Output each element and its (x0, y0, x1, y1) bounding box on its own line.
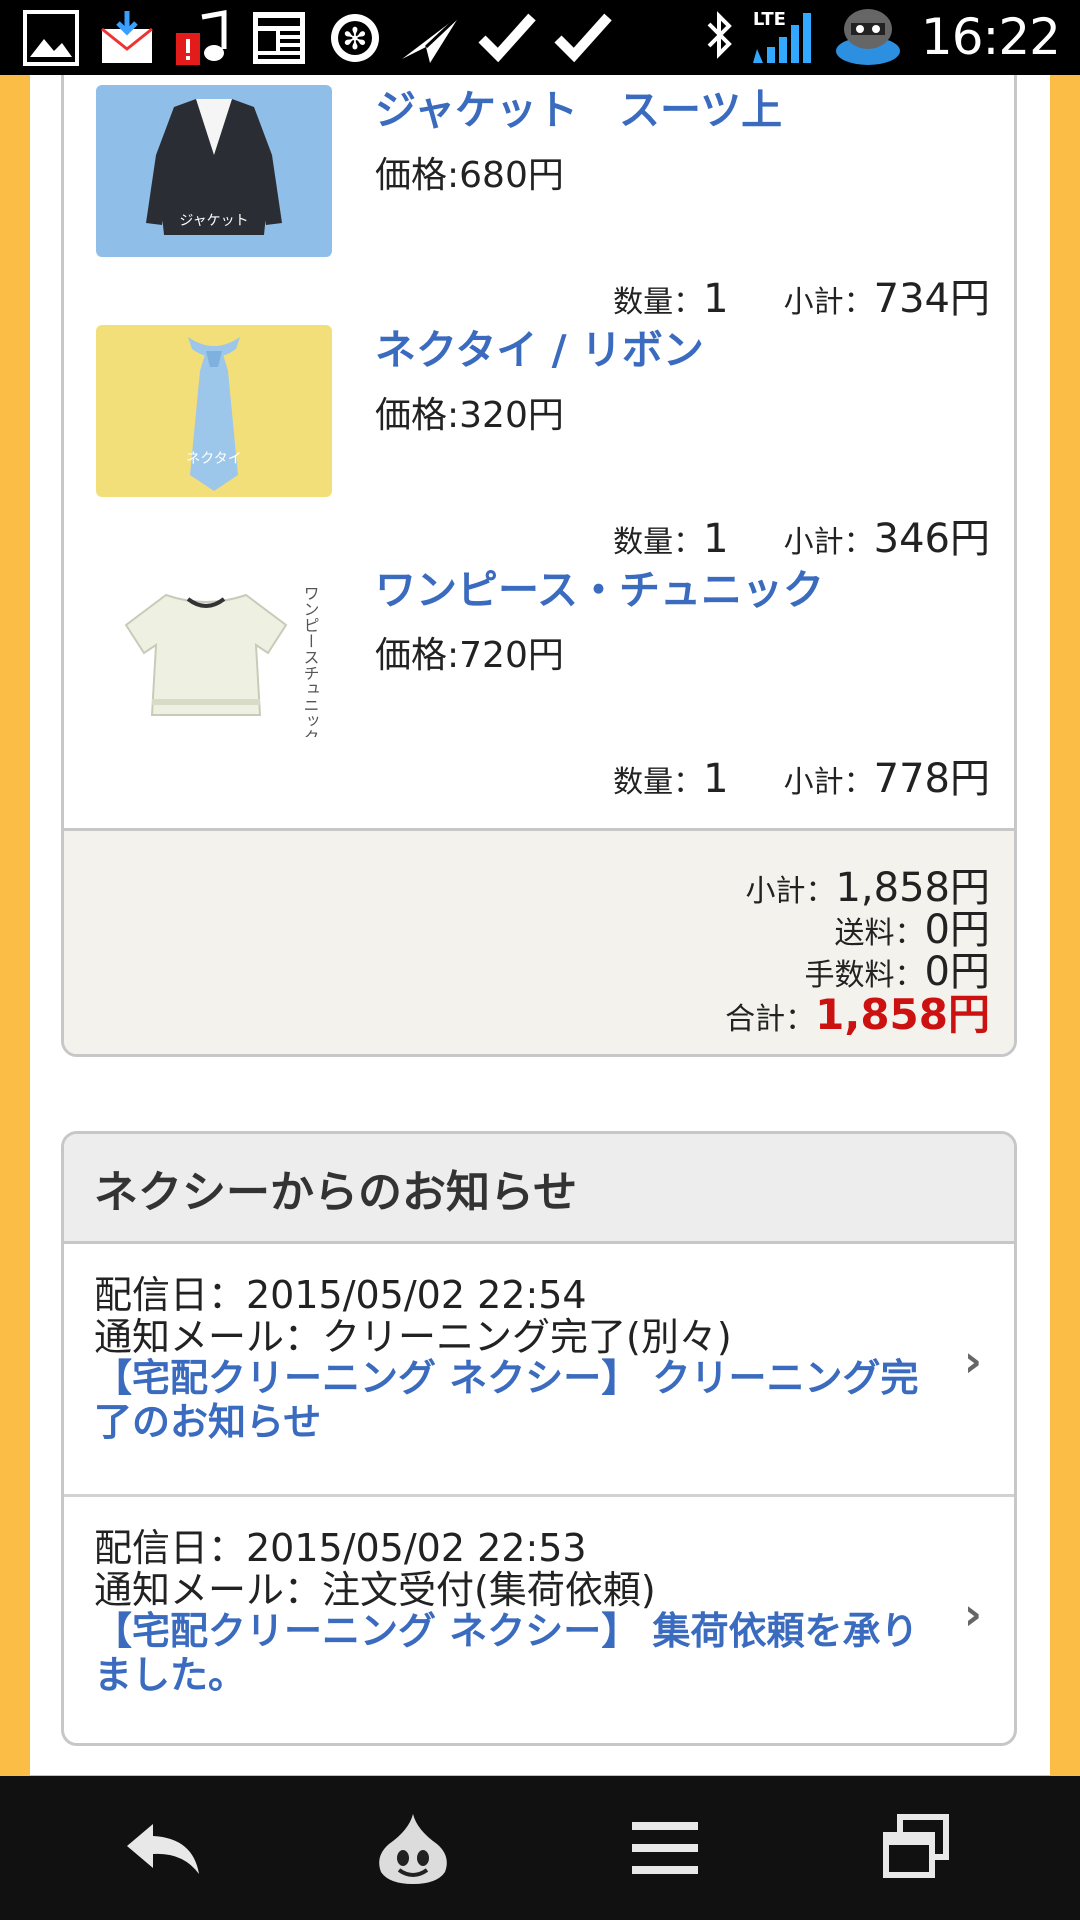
bluetooth-icon (705, 10, 735, 64)
svg-text:✻: ✻ (342, 22, 367, 57)
notices-card: ネクシーからのお知らせ 配信日：2015/05/02 22:54 通知メール：ク… (61, 1131, 1017, 1746)
slime-home-icon[interactable] (368, 1806, 458, 1890)
order-summary: 小計：1,858円 送料：0円 手数料：0円 合計：1,858円 (64, 828, 1014, 1054)
system-icons: LTE 16:22 (705, 3, 1061, 71)
item-thumbnail[interactable]: ジャケット (96, 85, 332, 257)
notice-link[interactable]: 【宅配クリーニング ネクシー】 集荷依頼を承りました。 (94, 1609, 924, 1697)
notices-title: ネクシーからのお知らせ (64, 1134, 1014, 1244)
item-qty-subtotal: 数量：1 小計：778円 (613, 746, 990, 804)
dress-image: ワンピースチュニック (124, 585, 320, 737)
navigation-bar (0, 1776, 1080, 1920)
chevron-right-icon: › (963, 1336, 982, 1387)
notice-item[interactable]: 配信日：2015/05/02 22:54 通知メール：クリーニング完了(別々) … (64, 1244, 1014, 1494)
order-items-card: ジャケット ジャケット スーツ上 価格:680円 数量：1 小計：734円 ネク… (61, 75, 1017, 1057)
signal-icon: LTE (752, 9, 815, 65)
slime-knight-icon (833, 3, 903, 71)
order-item: ネクタイ ネクタイ / リボン 価格:320円 数量：1 小計：346円 (64, 278, 1014, 562)
svg-text:ジャケット: ジャケット (179, 213, 248, 229)
subtotal-value: 778円 (873, 756, 990, 802)
item-name-link[interactable]: ワンピース・チュニック (375, 556, 824, 616)
item-thumbnail[interactable]: ネクタイ (96, 325, 332, 497)
music-alert-icon (172, 9, 234, 67)
notice-mail-type: 通知メール：注文受付(集荷依頼) (94, 1568, 656, 1612)
notice-item[interactable]: 配信日：2015/05/02 22:53 通知メール：注文受付(集荷依頼) 【宅… (64, 1497, 1014, 1743)
chevron-right-icon: › (963, 1589, 982, 1640)
summary-total-value: 1,858円 (815, 990, 990, 1039)
clock: 16:22 (920, 8, 1061, 66)
recent-apps-icon[interactable] (872, 1806, 962, 1890)
item-name-link[interactable]: ネクタイ / リボン (375, 316, 704, 376)
menu-icon[interactable] (620, 1806, 710, 1890)
gear-icon: ✻ (324, 9, 386, 67)
mail-download-icon (96, 9, 158, 67)
item-thumbnail[interactable]: ワンピースチュニック (96, 565, 332, 737)
summary-total: 合計：1,858円 (725, 981, 990, 1042)
back-icon[interactable] (118, 1806, 208, 1890)
item-price: 価格:720円 (375, 635, 564, 676)
svg-text:ネクタイ: ネクタイ (186, 451, 241, 467)
summary-subtotal-label: 小計： (745, 874, 836, 909)
svg-text:ワンピースチュニック: ワンピースチュニック (301, 585, 320, 737)
gallery-icon (20, 9, 82, 67)
qty-label: 数量： (613, 765, 704, 800)
order-item: ジャケット ジャケット スーツ上 価格:680円 数量：1 小計：734円 (64, 75, 1014, 322)
notification-icons: ✻ (20, 8, 614, 68)
notice-link[interactable]: 【宅配クリーニング ネクシー】 クリーニング完了のお知らせ (94, 1356, 924, 1444)
necktie-image: ネクタイ (186, 337, 242, 491)
jacket-image: ジャケット (146, 99, 282, 235)
summary-total-label: 合計： (725, 1002, 816, 1037)
page-content: ジャケット ジャケット スーツ上 価格:680円 数量：1 小計：734円 ネク… (30, 75, 1050, 1775)
order-item: ワンピースチュニック ワンピース・チュニック 価格:720円 数量：1 小計：7… (64, 518, 1014, 802)
item-price: 価格:320円 (375, 395, 564, 436)
item-name-link[interactable]: ジャケット スーツ上 (375, 76, 782, 136)
status-bar: ✻ LTE 16:22 (0, 0, 1080, 75)
paper-plane-icon (400, 9, 462, 67)
news-icon (248, 9, 310, 67)
notice-mail-type: 通知メール：クリーニング完了(別々) (94, 1315, 732, 1359)
check-icon (552, 9, 614, 67)
check-icon (476, 9, 538, 67)
item-price: 価格:680円 (375, 155, 564, 196)
subtotal-label: 小計： (783, 765, 874, 800)
qty-value: 1 (703, 756, 729, 802)
